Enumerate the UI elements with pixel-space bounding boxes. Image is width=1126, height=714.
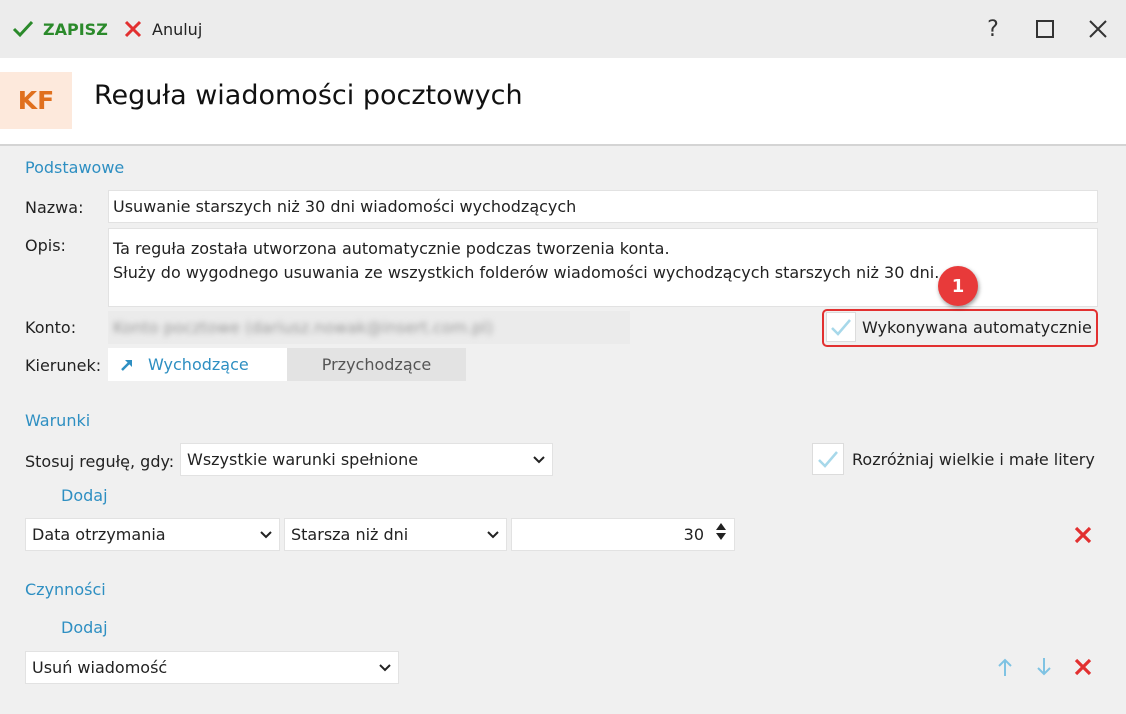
delete-action-button[interactable] [1071, 655, 1095, 679]
chevron-down-icon [532, 453, 546, 467]
direction-label: Kierunek: [25, 356, 102, 375]
save-label: ZAPISZ [43, 19, 108, 39]
annotation-badge: 1 [938, 266, 978, 306]
apply-rule-label: Stosuj regułę, gdy: [25, 452, 175, 471]
arrow-down-icon [1037, 658, 1051, 676]
move-down-button[interactable] [1032, 655, 1056, 679]
value-spinner[interactable] [716, 523, 726, 540]
add-action-link[interactable]: Dodaj [61, 618, 108, 637]
page-title: Reguła wiadomości pocztowych [94, 80, 523, 111]
account-value: Konto pocztowe (dariusz.nowak@insert.com… [113, 318, 494, 337]
cancel-button[interactable]: Anuluj [124, 14, 202, 44]
action-value: Usuń wiadomość [32, 658, 168, 677]
chevron-down-icon [259, 528, 273, 542]
close-window-button[interactable] [1083, 14, 1113, 44]
section-basic: Podstawowe [25, 158, 125, 177]
delete-condition-button[interactable] [1071, 523, 1095, 547]
checkmark-icon [12, 20, 34, 38]
direction-outgoing-option[interactable]: Wychodzące [108, 348, 287, 381]
name-input[interactable]: Usuwanie starszych niż 30 dni wiadomości… [108, 190, 1098, 223]
delete-x-icon [1074, 526, 1092, 544]
header: KF Reguła wiadomości pocztowych [0, 58, 1126, 146]
description-label: Opis: [25, 236, 66, 255]
condition-value: 30 [683, 525, 704, 544]
case-sensitive-checkbox[interactable]: Rozróżniaj wielkie i małe litery [812, 443, 1095, 475]
add-condition-link[interactable]: Dodaj [61, 486, 108, 505]
help-icon: ? [987, 16, 999, 42]
condition-operator-value: Starsza niż dni [291, 525, 409, 544]
condition-field-value: Data otrzymania [32, 525, 166, 544]
outgoing-arrow-icon [121, 359, 132, 371]
chevron-down-icon [378, 661, 392, 675]
check-icon [818, 451, 838, 468]
cancel-label: Anuluj [152, 19, 203, 39]
condition-value-input[interactable]: 30 [511, 518, 735, 551]
section-conditions: Warunki [25, 411, 91, 430]
condition-field-select[interactable]: Data otrzymania [25, 518, 280, 551]
case-sensitive-label: Rozróżniaj wielkie i małe litery [852, 449, 1095, 469]
condition-operator-select[interactable]: Starsza niż dni [284, 518, 507, 551]
arrow-up-icon [998, 658, 1012, 676]
toolbar: ZAPISZ Anuluj ? [0, 0, 1126, 58]
chevron-down-icon [486, 528, 500, 542]
direction-outgoing-label: Wychodzące [148, 355, 249, 374]
delete-x-icon [1074, 658, 1092, 676]
description-line-1: Ta reguła została utworzona automatyczni… [113, 239, 670, 258]
move-up-button[interactable] [993, 655, 1017, 679]
spin-up-icon[interactable] [716, 523, 726, 530]
account-label: Konto: [25, 318, 77, 337]
section-actions: Czynności [25, 580, 106, 599]
module-logo: KF [0, 72, 72, 129]
account-field: Konto pocztowe (dariusz.nowak@insert.com… [108, 311, 630, 344]
apply-rule-select[interactable]: Wszystkie warunki spełnione [180, 443, 553, 476]
direction-incoming-label: Przychodzące [321, 355, 432, 374]
save-button[interactable]: ZAPISZ [12, 14, 108, 44]
case-sensitive-box [812, 443, 844, 475]
annotation-highlight [822, 309, 1098, 347]
close-x-icon [124, 20, 142, 38]
name-label: Nazwa: [25, 198, 84, 217]
help-button[interactable]: ? [978, 14, 1008, 44]
maximize-button[interactable] [1030, 14, 1060, 44]
close-icon [1089, 20, 1107, 38]
spin-down-icon[interactable] [716, 533, 726, 540]
apply-rule-value: Wszystkie warunki spełnione [187, 450, 419, 469]
direction-incoming-option[interactable]: Przychodzące [287, 348, 466, 381]
maximize-icon [1036, 20, 1054, 38]
action-select[interactable]: Usuń wiadomość [25, 651, 399, 684]
